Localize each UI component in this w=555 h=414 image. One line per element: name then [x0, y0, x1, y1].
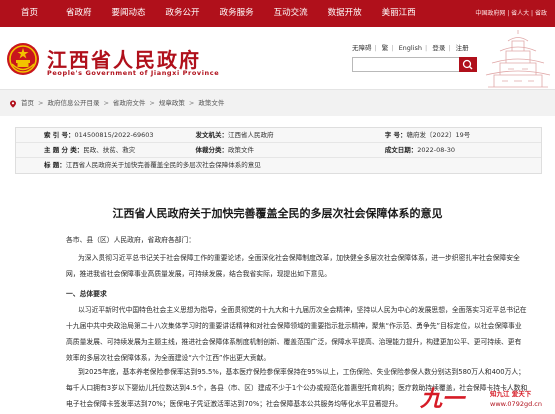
site-watermark: 九一 知九江 爱天下 www.0792gd.cn	[420, 385, 555, 414]
register-link[interactable]: 注册	[456, 44, 469, 52]
breadcrumb-regulations[interactable]: 规章政策	[159, 90, 185, 117]
nav-news[interactable]: 要闻动态	[102, 0, 156, 27]
document-info-table: 索 引 号： 014500815/2022-69603 发文机关： 江西省人民政府 …	[15, 127, 542, 174]
index-number-value: 014500815/2022-69603	[74, 131, 154, 139]
watermark-logo: 九一	[420, 386, 465, 412]
written-date-value: 2022-08-30	[417, 146, 455, 154]
nav-right-links[interactable]: 中国政府网 | 省人大 | 省政	[475, 0, 547, 27]
breadcrumb-separator-icon: >	[38, 99, 44, 107]
watermark-url: www.0792gd.cn	[490, 400, 542, 408]
nav-open-data[interactable]: 数据开放	[318, 0, 372, 27]
breadcrumb-gov-documents[interactable]: 省政府文件	[113, 90, 146, 117]
genre-category-label: 体裁分类：	[195, 146, 228, 154]
nav-gov-services[interactable]: 政务服务	[210, 0, 264, 27]
doc-title-label: 标 题：	[44, 161, 66, 169]
login-link[interactable]: 登录	[432, 44, 445, 52]
site-subtitle: People's Government of Jiangxi Province	[47, 69, 220, 77]
nav-interaction[interactable]: 互动交流	[264, 0, 318, 27]
topic-category-label: 主 题 分 类：	[44, 146, 84, 154]
breadcrumb-bar: 首页 > 政府信息公开目录 > 省政府文件 > 规章政策 > 政策文件	[0, 89, 555, 116]
breadcrumb-separator-icon: >	[188, 99, 195, 107]
section-heading: 一、总体要求	[66, 290, 107, 298]
nav-gov-affairs-open[interactable]: 政务公开	[156, 0, 210, 27]
header-links: 无障碍 | 繁 | English | 登录 | 注册	[352, 44, 469, 52]
search-button[interactable]	[459, 57, 477, 72]
info-row: 标 题： 江西省人民政府关于加快完善覆盖全民的多层次社会保障体系的意见	[16, 158, 541, 173]
genre-category-value: 政策文件	[227, 146, 254, 154]
nav-home[interactable]: 首页	[0, 0, 56, 27]
top-nav: 首页 省政府 要闻动态 政务公开 政务服务 互动交流 数据开放 美丽江西 中国政…	[0, 0, 555, 27]
location-pin-icon	[10, 100, 16, 108]
english-link[interactable]: English	[399, 44, 422, 52]
breadcrumb: 首页 > 政府信息公开目录 > 省政府文件 > 规章政策 > 政策文件	[9, 90, 224, 117]
breadcrumb-directory[interactable]: 政府信息公开目录	[47, 90, 99, 117]
document-number-label: 字 号：	[384, 131, 407, 139]
national-emblem-icon	[7, 43, 39, 75]
document-number-value: 赣府发〔2022〕19号	[406, 131, 471, 139]
nav-beautiful-jiangxi[interactable]: 美丽江西	[372, 0, 426, 27]
article-addressee: 各市、县（区）人民政府，省政府各部门：	[66, 236, 196, 244]
topic-category-value: 民政、扶贫、救灾	[83, 146, 136, 154]
info-row: 主 题 分 类： 民政、扶贫、救灾 体裁分类： 政策文件 成文日期： 2022-08-…	[16, 143, 541, 158]
breadcrumb-policy-docs[interactable]: 政策文件	[198, 90, 224, 117]
doc-title-value: 江西省人民政府关于加快完善覆盖全民的多层次社会保障体系的意见	[65, 161, 261, 169]
article-intro-paragraph: 为深入贯彻习近平总书记关于社会保障工作的重要论述，全面深化社会保障制度改革，加快…	[66, 254, 520, 278]
site-header: 江西省人民政府 People's Government of Jiangxi P…	[0, 27, 555, 89]
info-row: 索 引 号： 014500815/2022-69603 发文机关： 江西省人民政府 …	[16, 128, 541, 143]
article-title: 江西省人民政府关于加快完善覆盖全民的多层次社会保障体系的意见	[112, 207, 443, 220]
tengwang-pavilion-illustration	[485, 30, 551, 88]
search-input[interactable]	[352, 57, 460, 72]
search-icon	[462, 59, 473, 70]
breadcrumb-home[interactable]: 首页	[21, 90, 34, 117]
watermark-slogan: 知九江 爱天下	[490, 390, 532, 398]
issuing-authority-label: 发文机关：	[195, 131, 228, 139]
breadcrumb-separator-icon: >	[149, 99, 155, 107]
breadcrumb-separator-icon: >	[103, 99, 109, 107]
index-number-label: 索 引 号：	[44, 131, 75, 139]
accessibility-link[interactable]: 无障碍	[352, 44, 372, 52]
issuing-authority-value: 江西省人民政府	[227, 131, 274, 139]
article-paragraph: 以习近平新时代中国特色社会主义思想为指导，全面贯彻党的十九大和十九届历次全会精神…	[66, 306, 527, 362]
traditional-chinese-link[interactable]: 繁	[382, 44, 389, 52]
nav-province-gov[interactable]: 省政府	[56, 0, 102, 27]
written-date-label: 成文日期：	[384, 146, 418, 154]
